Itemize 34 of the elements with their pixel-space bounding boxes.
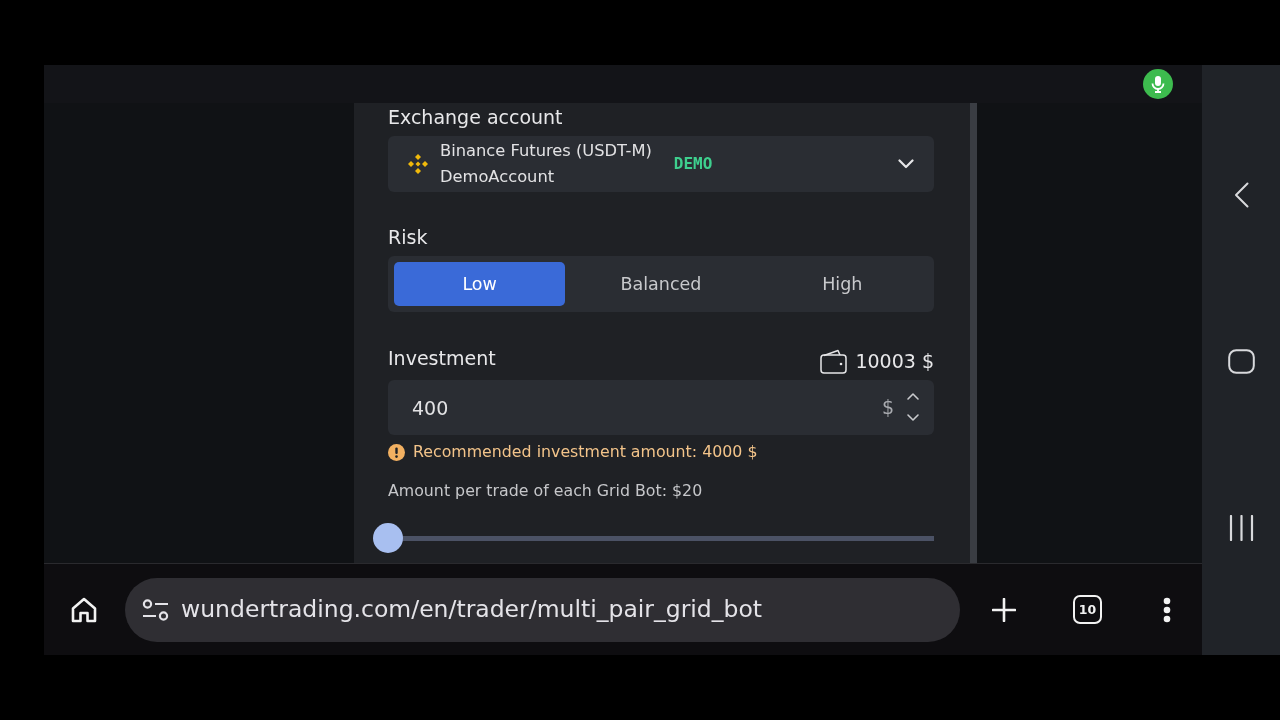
recent-apps-icon[interactable] — [1228, 515, 1254, 541]
slider-thumb[interactable] — [373, 523, 403, 553]
plus-icon — [992, 597, 1016, 622]
balance-amount: 10003 $ — [855, 348, 934, 374]
field-label: Investment — [388, 346, 496, 370]
warning-icon — [388, 443, 405, 461]
account-select[interactable]: Binance Futures (USDT-M) DemoAccount DEMO — [388, 136, 934, 192]
address-bar[interactable]: wundertrading.com/en/trader/multi_pair_grid_bot — [125, 577, 960, 642]
microphone-icon — [1143, 69, 1173, 99]
account-name: DemoAccount — [440, 166, 556, 188]
scrollbar[interactable] — [970, 103, 977, 563]
risk-option-tab[interactable]: Low — [394, 262, 566, 306]
chevron-down-icon — [898, 159, 914, 169]
menu-button[interactable] — [1163, 596, 1171, 623]
currency-symbol: $ — [881, 394, 894, 420]
warning-message: Recommended investment amount: 4000 $ — [413, 441, 758, 464]
home-icon — [70, 595, 98, 624]
kebab-menu-icon — [1163, 596, 1171, 623]
tune-icon — [142, 598, 169, 621]
amount-per-trade-text: Amount per trade of each Grid Bot: $20 — [388, 480, 703, 502]
home-button[interactable] — [70, 595, 98, 624]
risk-option-tab[interactable]: Balanced — [575, 262, 747, 306]
demo-label: DEMO — [673, 153, 713, 175]
back-chevron-icon[interactable] — [1233, 182, 1249, 208]
diamond-logo-icon — [408, 154, 428, 174]
tab-switcher-button[interactable]: 10 — [1073, 595, 1102, 624]
field-label: Risk — [388, 225, 428, 249]
exchange-name: Binance Futures (USDT-M) — [440, 140, 652, 162]
wallet-icon — [820, 348, 848, 374]
home-square-icon[interactable] — [1227, 349, 1255, 374]
field-label: Exchange account — [388, 105, 563, 129]
risk-option-tab[interactable]: High — [756, 262, 928, 306]
spinner-arrows-icon[interactable] — [906, 392, 920, 422]
new-tab-button[interactable] — [992, 597, 1016, 622]
